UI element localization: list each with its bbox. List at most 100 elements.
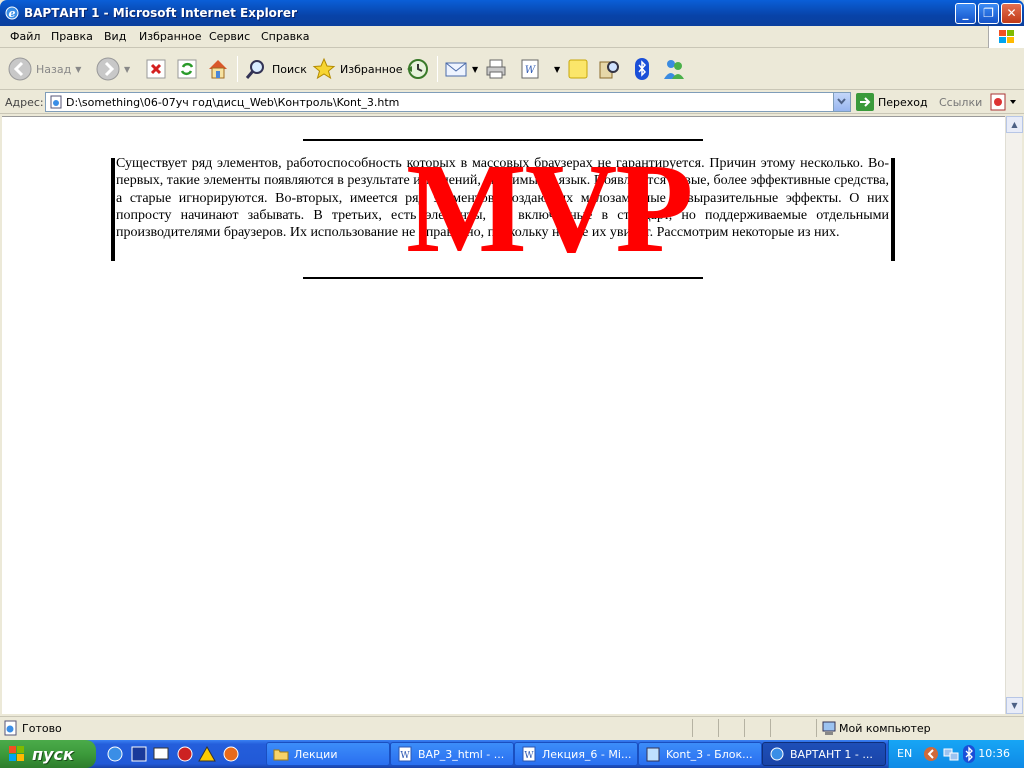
quicklaunch-app-icon[interactable] bbox=[130, 745, 148, 763]
stop-button[interactable] bbox=[144, 54, 168, 84]
close-button[interactable]: ✕ bbox=[1001, 3, 1022, 24]
start-button[interactable]: пуск bbox=[0, 740, 96, 768]
status-text: Готово bbox=[22, 722, 62, 735]
maximize-button[interactable]: ❐ bbox=[978, 3, 999, 24]
toolbar-separator bbox=[437, 56, 438, 82]
mail-icon bbox=[445, 62, 467, 77]
menu-edit[interactable]: Правка bbox=[51, 30, 93, 43]
taskbar-item-lectures[interactable]: Лекции bbox=[266, 742, 390, 766]
note-icon bbox=[568, 59, 588, 79]
vertical-scrollbar[interactable]: ▲ ▼ bbox=[1005, 116, 1023, 714]
svg-text:W: W bbox=[525, 65, 536, 76]
history-button[interactable] bbox=[405, 54, 429, 84]
bluetooth-icon bbox=[635, 58, 649, 80]
status-pane bbox=[770, 719, 816, 737]
task-label: Kont_3 - Блок... bbox=[666, 747, 753, 761]
mail-button[interactable]: ▼ bbox=[444, 54, 478, 84]
taskbar-item-notepad[interactable]: Kont_3 - Блок... bbox=[638, 742, 762, 766]
messenger-button[interactable] bbox=[662, 54, 686, 84]
menu-tools[interactable]: Сервис bbox=[209, 30, 250, 43]
edit-button[interactable]: W ▼ bbox=[518, 54, 560, 84]
forward-dropdown-icon[interactable]: ▼ bbox=[124, 65, 130, 74]
back-arrow-icon bbox=[8, 57, 32, 81]
star-icon bbox=[312, 57, 336, 80]
taskbar-item-var3[interactable]: W ВАР_3_html - ... bbox=[390, 742, 514, 766]
forward-button[interactable]: ▼ bbox=[96, 54, 130, 84]
mail-dropdown-icon[interactable]: ▼ bbox=[472, 65, 478, 74]
research-button[interactable] bbox=[597, 54, 621, 84]
refresh-button[interactable] bbox=[175, 54, 199, 84]
menu-favorites[interactable]: Избранное bbox=[139, 30, 201, 43]
address-input[interactable]: D:\something\06-07уч год\дисц_Web\Контро… bbox=[45, 92, 851, 112]
word-edit-icon: W bbox=[521, 59, 539, 79]
menu-bar: Файл Правка Вид Избранное Сервис Справка bbox=[0, 26, 1024, 48]
start-label: пуск bbox=[32, 744, 74, 764]
go-button[interactable]: Переход bbox=[856, 93, 928, 111]
home-button[interactable] bbox=[206, 54, 230, 84]
search-button[interactable]: Поиск bbox=[244, 54, 307, 84]
back-button[interactable]: Назад ▼ bbox=[8, 54, 81, 84]
menu-help[interactable]: Справка bbox=[261, 30, 309, 43]
go-label: Переход bbox=[878, 95, 928, 109]
scroll-up-button[interactable]: ▲ bbox=[1006, 116, 1023, 133]
ie-icon bbox=[770, 747, 784, 761]
status-bar: Готово Мой компьютер bbox=[0, 716, 1024, 738]
favorites-button[interactable]: Избранное bbox=[312, 54, 402, 84]
title-bar[interactable]: e ВАРТАНТ 1 - Microsoft Internet Explore… bbox=[0, 0, 1024, 26]
window-title: ВАРТАНТ 1 - Microsoft Internet Explorer bbox=[24, 6, 297, 20]
taskbar-item-ie[interactable]: ВАРТАНТ 1 - ... bbox=[762, 742, 886, 766]
tray-expand-icon[interactable] bbox=[923, 746, 939, 762]
page-icon bbox=[50, 95, 62, 109]
edit-dropdown-icon[interactable]: ▼ bbox=[554, 65, 560, 74]
address-url: D:\something\06-07уч год\дисц_Web\Контро… bbox=[66, 96, 400, 109]
quicklaunch-firefox-icon[interactable] bbox=[222, 745, 240, 763]
scroll-down-button[interactable]: ▼ bbox=[1006, 697, 1023, 714]
minimize-button[interactable]: _ bbox=[955, 3, 976, 24]
toolbar: Назад ▼ ▼ Поиск Избранное ▼ W ▼ bbox=[0, 48, 1024, 90]
bluetooth-button[interactable] bbox=[630, 54, 654, 84]
word-doc-icon: W bbox=[522, 746, 536, 762]
address-bar: Адрес: D:\something\06-07уч год\дисц_Web… bbox=[0, 90, 1024, 114]
zone-pane: Мой компьютер bbox=[816, 719, 1024, 737]
print-button[interactable] bbox=[484, 54, 508, 84]
windows-flag-icon bbox=[9, 746, 24, 761]
address-dropdown-button[interactable] bbox=[833, 93, 850, 111]
network-icon[interactable] bbox=[943, 746, 959, 762]
bluetooth-tray-icon[interactable] bbox=[963, 745, 975, 763]
favorites-label: Избранное bbox=[340, 62, 403, 76]
page-status-icon bbox=[4, 720, 17, 736]
quicklaunch-opera-icon[interactable] bbox=[176, 745, 194, 763]
my-computer-icon bbox=[822, 721, 836, 735]
quicklaunch-ie-icon[interactable] bbox=[106, 745, 124, 763]
links-label[interactable]: Ссылки bbox=[939, 96, 982, 109]
back-dropdown-icon[interactable]: ▼ bbox=[75, 65, 81, 74]
messenger-icon bbox=[664, 60, 684, 79]
clock: 10:36 bbox=[978, 747, 1010, 760]
menu-file[interactable]: Файл bbox=[10, 30, 40, 43]
quicklaunch-desktop-icon[interactable] bbox=[152, 745, 170, 763]
go-arrow-icon bbox=[856, 93, 874, 111]
discuss-button[interactable] bbox=[566, 54, 590, 84]
word-doc-icon: W bbox=[398, 746, 412, 762]
task-label: ВАРТАНТ 1 - ... bbox=[790, 747, 873, 761]
folder-icon bbox=[273, 749, 289, 761]
history-icon bbox=[407, 59, 428, 79]
language-indicator[interactable]: EN bbox=[897, 747, 912, 760]
status-pane bbox=[718, 719, 744, 737]
links-toolbar-icon[interactable] bbox=[990, 93, 1020, 111]
research-icon bbox=[599, 61, 619, 79]
status-pane bbox=[692, 719, 718, 737]
bottom-rule bbox=[303, 277, 703, 279]
system-tray: EN 10:36 bbox=[888, 740, 1024, 768]
task-label: Лекция_6 - Mi... bbox=[542, 747, 632, 761]
zone-text: Мой компьютер bbox=[839, 722, 931, 735]
task-label: ВАР_3_html - ... bbox=[418, 747, 505, 761]
ie-icon: e bbox=[5, 6, 19, 20]
menu-view[interactable]: Вид bbox=[104, 30, 126, 43]
quicklaunch-warning-icon[interactable] bbox=[198, 745, 216, 763]
taskbar-item-lecture6[interactable]: W Лекция_6 - Mi... bbox=[514, 742, 638, 766]
back-label: Назад bbox=[36, 62, 72, 76]
address-label: Адрес: bbox=[5, 96, 44, 109]
search-label: Поиск bbox=[272, 62, 307, 76]
notepad-icon bbox=[646, 747, 660, 762]
